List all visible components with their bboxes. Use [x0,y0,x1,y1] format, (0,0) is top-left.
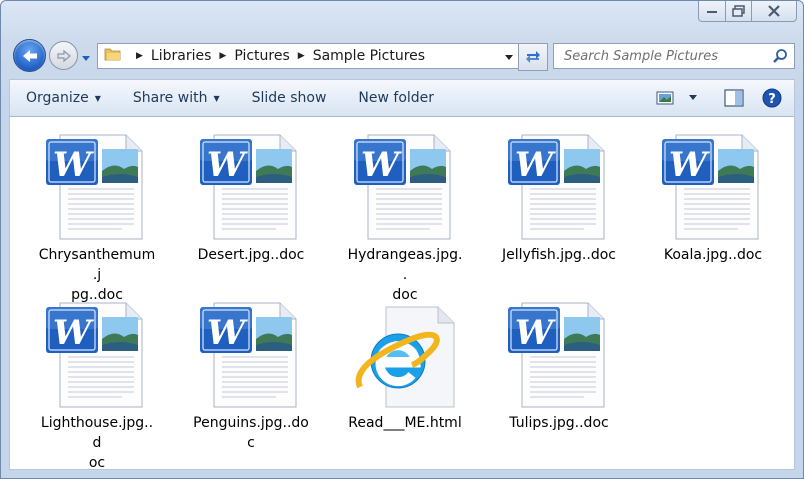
svg-text:W: W [361,145,402,185]
help-icon: ? [762,88,782,108]
svg-text:W: W [53,313,94,353]
breadcrumb-sample-pictures[interactable]: Sample Pictures [313,48,425,64]
breadcrumb-arrow-icon[interactable]: ▶ [298,51,305,61]
search-icon[interactable] [772,48,788,68]
breadcrumb-libraries[interactable]: Libraries [151,48,211,64]
maximize-button[interactable] [726,1,752,22]
chevron-down-icon [82,56,90,61]
breadcrumb-arrow-icon[interactable]: ▶ [219,51,226,61]
breadcrumb-pictures[interactable]: Pictures [234,48,289,64]
file-name-line: oc [88,455,106,471]
close-button[interactable] [752,1,797,22]
word-doc-icon: W [42,131,152,243]
chevron-down-icon [689,95,697,100]
file-name-line: Tulips.jpg..doc [509,415,609,431]
file-name: Jellyfish.jpg..doc [494,245,624,265]
caption-buttons [698,1,797,23]
toolbar-right: ? [642,80,782,116]
organize-label: Organize [26,90,89,106]
svg-text:?: ? [768,92,776,107]
file-item[interactable]: W Koala.jpg..doc [648,131,778,265]
file-item[interactable]: W Desert.jpg..doc [186,131,316,265]
word-doc-icon: W [504,299,614,411]
minimize-button[interactable] [698,1,726,22]
new-folder-button[interactable]: New folder [342,80,450,116]
file-name: Chrysanthemum.j pg..doc [32,245,162,305]
chevron-down-icon: ▼ [94,93,101,103]
address-dropdown-icon[interactable] [504,50,514,66]
chevron-down-icon: ▼ [213,93,220,103]
word-doc-icon: W [658,131,768,243]
search-input[interactable] [562,47,766,65]
file-name-line: Koala.jpg..doc [663,247,763,263]
file-list-pane: W Chrysanthemum.j pg..doc W Desert.jpg..d… [9,117,795,473]
word-doc-icon: W [196,131,306,243]
explorer-window: ▶ Libraries ▶ Pictures ▶ Sample Pictures [0,0,804,479]
file-name-line: Jellyfish.jpg..doc [502,247,616,263]
forward-arrow-icon [56,49,71,62]
address-bar[interactable]: ▶ Libraries ▶ Pictures ▶ Sample Pictures [97,43,519,69]
forward-button[interactable] [49,41,78,70]
svg-text:W: W [207,145,248,185]
file-name: Lighthouse.jpg..d oc [32,413,162,473]
help-button[interactable]: ? [762,88,782,108]
svg-text:W: W [669,145,710,185]
file-name: Read___ME.html [340,413,470,433]
internet-explorer-icon [350,299,460,411]
share-with-button[interactable]: Share with ▼ [117,80,236,116]
word-doc-icon: W [42,299,152,411]
preview-pane-button[interactable] [724,89,744,107]
file-item[interactable]: W Jellyfish.jpg..doc [494,131,624,265]
file-name-line: Chrysanthemum.j [38,247,156,283]
file-item[interactable]: W Hydrangeas.jpg.. doc [340,131,470,305]
file-name-line: Read___ME.html [348,415,462,431]
refresh-button[interactable] [518,43,548,71]
share-with-label: Share with [132,90,208,106]
word-doc-icon: W [504,131,614,243]
file-name-line: Penguins.jpg..doc [193,415,309,451]
file-item[interactable]: W Chrysanthemum.j pg..doc [32,131,162,305]
file-name: Koala.jpg..doc [648,245,778,265]
organize-button[interactable]: Organize ▼ [10,80,117,116]
svg-text:W: W [207,313,248,353]
file-item[interactable]: W Penguins.jpg..doc [186,299,316,453]
file-name: Tulips.jpg..doc [494,413,624,433]
slide-show-button[interactable]: Slide show [236,80,343,116]
preview-pane-icon [724,89,744,107]
file-name: Hydrangeas.jpg.. doc [340,245,470,305]
refresh-icon [526,51,540,63]
folder-icon [104,46,122,66]
view-options-dropdown[interactable] [688,94,698,102]
new-folder-label: New folder [358,90,435,106]
close-icon [768,5,780,17]
word-doc-icon: W [196,299,306,411]
back-button[interactable] [13,39,46,72]
breadcrumb-arrow-icon[interactable]: ▶ [136,51,143,61]
navigation-row: ▶ Libraries ▶ Pictures ▶ Sample Pictures [1,39,803,73]
word-doc-icon: W [350,131,460,243]
file-name-line: Desert.jpg..doc [197,247,305,263]
file-name: Desert.jpg..doc [186,245,316,265]
file-item[interactable]: W Tulips.jpg..doc [494,299,624,433]
file-name-line: Hydrangeas.jpg.. [347,247,463,283]
svg-text:W: W [53,145,94,185]
back-arrow-icon [22,49,37,62]
file-item[interactable]: W Lighthouse.jpg..d oc [32,299,162,473]
file-name-line: Lighthouse.jpg..d [40,415,154,451]
maximize-icon [731,5,745,17]
search-box [553,43,795,69]
minimize-icon [707,11,717,13]
view-icon [656,91,674,105]
svg-text:W: W [515,145,556,185]
file-name: Penguins.jpg..doc [186,413,316,453]
recent-pages-dropdown[interactable] [81,48,91,67]
slide-show-label: Slide show [251,90,327,106]
svg-text:W: W [515,313,556,353]
command-toolbar: Organize ▼ Share with ▼ Slide show New f… [9,79,795,117]
file-item[interactable]: Read___ME.html [340,299,470,433]
change-view-button[interactable] [656,90,674,106]
